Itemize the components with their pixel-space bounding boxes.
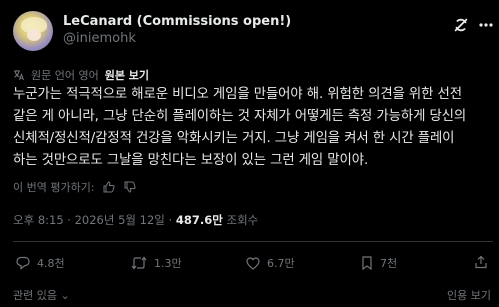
meta-separator: · — [168, 213, 173, 227]
like-count: 6.7만 — [267, 257, 295, 270]
reply-icon — [16, 256, 30, 270]
heart-icon — [246, 256, 260, 270]
post-text-line: 하는 것만으로도 그날을 망친다는 보장이 있는 그런 게임 말이야. — [13, 153, 369, 168]
reply-count: 4.8천 — [37, 257, 65, 270]
more-options-icon[interactable] — [478, 16, 494, 34]
translate-icon — [14, 70, 24, 81]
reply-button[interactable]: 4.8천 — [16, 255, 65, 271]
grok-icon[interactable] — [452, 16, 470, 34]
thumbs-up-icon[interactable] — [103, 181, 115, 193]
repost-count: 1.3만 — [154, 257, 182, 270]
avatar[interactable] — [13, 11, 53, 51]
post-text: 누군가는 적극적으로 해로운 비디오 게임을 만들어야 해. 위험한 의견을 위… — [13, 84, 493, 172]
post-time[interactable]: 오후 8:15 — [13, 213, 64, 227]
views-label: 조회수 — [226, 213, 259, 227]
meta-separator: · — [67, 213, 71, 227]
bookmark-icon — [362, 256, 372, 270]
avatar-face — [27, 29, 41, 41]
repost-icon — [131, 256, 147, 270]
translation-source-label: 원문 언어 영어 — [31, 69, 99, 82]
show-original-link[interactable]: 원본 보기 — [105, 67, 149, 83]
author-name[interactable]: LeCanard (Commissions open!) — [63, 14, 291, 29]
rate-translation-label: 이 번역 평가하기: — [13, 181, 95, 194]
rate-translation-row: 이 번역 평가하기: — [13, 179, 136, 195]
relevant-replies-sort[interactable]: 관련 있음 ⌄ — [13, 287, 70, 303]
divider — [13, 241, 493, 242]
bookmark-count: 7천 — [380, 257, 398, 270]
post-text-line: 누군가는 적극적으로 해로운 비디오 게임을 만들어야 해. 위험한 의견을 위… — [13, 87, 462, 102]
post-meta: 오후 8:15 · 2026년 5월 12일 · 487.6만 조회수 — [13, 212, 258, 228]
post-date[interactable]: 2026년 5월 12일 — [75, 213, 165, 227]
repost-button[interactable]: 1.3만 — [131, 255, 182, 271]
thumbs-down-icon[interactable] — [124, 181, 136, 193]
share-icon[interactable] — [474, 255, 488, 269]
post-text-line: 같은 게 아니라, 그냥 단순히 플레이하는 것 자체가 어떻게든 측정 가능하… — [13, 109, 467, 124]
like-button[interactable]: 6.7만 — [246, 255, 295, 271]
translation-info-row: 원문 언어 영어 원본 보기 — [13, 67, 149, 83]
bookmark-button[interactable]: 7천 — [361, 255, 397, 271]
views-count: 487.6만 — [175, 213, 223, 227]
post-text-line: 신체적/정신적/감정적 건강을 악화시키는 거지. 그냥 게임을 켜서 한 시간… — [13, 131, 455, 146]
author-handle[interactable]: @iniemohk — [63, 31, 136, 46]
view-quotes-link[interactable]: 인용 보기 — [447, 287, 491, 303]
